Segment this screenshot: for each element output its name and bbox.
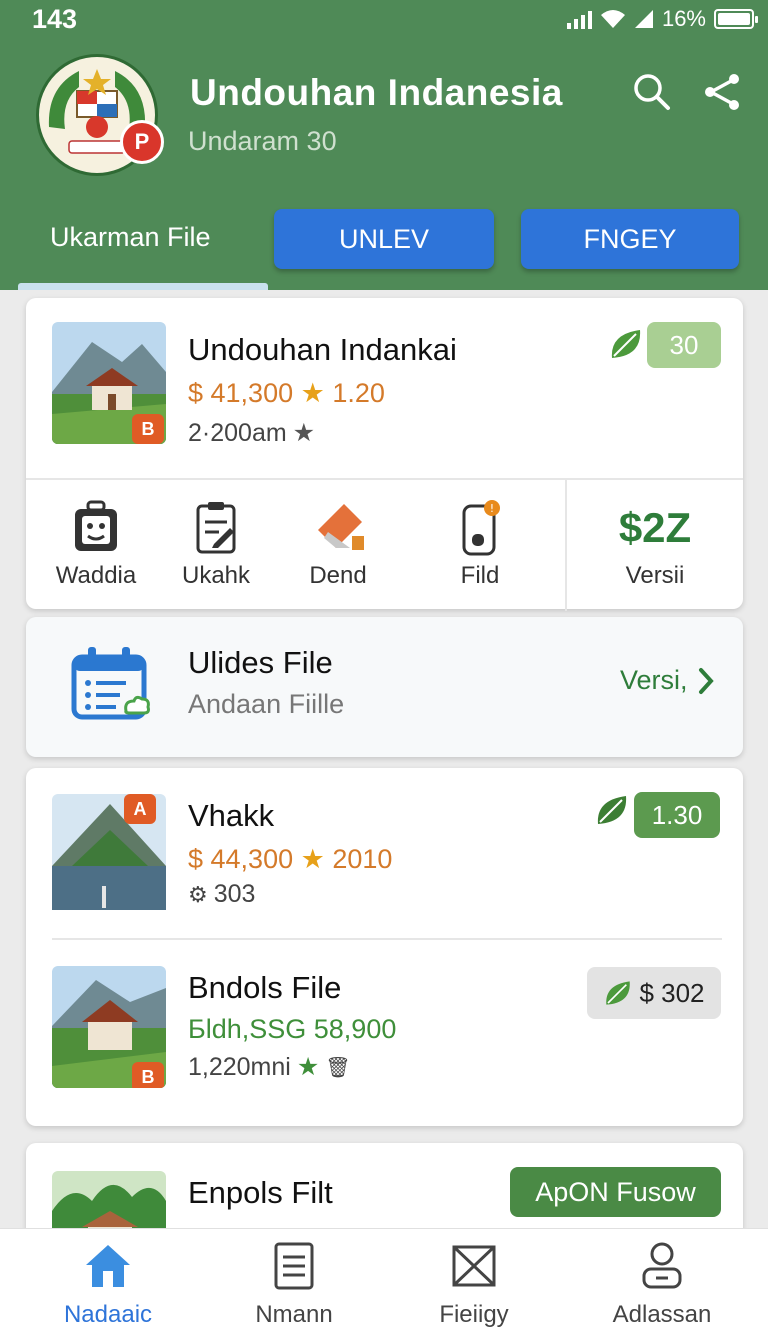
listing-thumbnail: B [52, 322, 166, 444]
listing-thumbnail: B [52, 966, 166, 1088]
status-bar: 143 16% [0, 0, 768, 40]
total-price: $2Z [618, 504, 692, 551]
leaf-icon [597, 796, 627, 824]
action-ukahk[interactable]: Ukahk [156, 480, 276, 611]
document-icon [274, 1242, 314, 1290]
count-badge: 1.30 [634, 792, 720, 838]
signal-icon [566, 9, 592, 29]
leaf-icon [606, 981, 631, 1005]
thumbnail-badge: B [132, 414, 164, 444]
search-icon[interactable] [632, 72, 672, 112]
action-fild[interactable]: ! Fild [420, 480, 540, 611]
share-icon[interactable] [702, 72, 742, 112]
nav-item-adlassan[interactable]: Adlassan [566, 1229, 758, 1344]
gear-icon: ⚙ [188, 881, 208, 907]
listing-title: Undouhan Indankai [188, 332, 457, 367]
battery-percent: 16% [661, 6, 706, 31]
battery-icon [714, 9, 758, 29]
listing-title: Bndols File [188, 970, 342, 1005]
listing-title: Enpols Filt [188, 1175, 333, 1210]
quick-actions: Waddia Ukahk Dend ! Fild $2Z Versii [26, 478, 743, 611]
count-badge: 30 [647, 322, 721, 368]
rating-value: 1.20 [332, 378, 385, 408]
listing-price: Бldh,SSG 58,900 [188, 1014, 397, 1044]
tab-unlev-button[interactable]: UNLEV [274, 209, 494, 269]
clipboard-edit-icon [196, 502, 236, 554]
listing-group-card: A Vhakk $ 44,300 ★ 2010 ⚙ 303 1.30 B Bnd… [26, 768, 743, 1126]
bottom-navigation: Nadaaic Nmann Fieiigy Adlassan [0, 1228, 768, 1344]
app-header: 143 16% P Undouhan Indanesia Undaram 30 [0, 0, 768, 290]
star-icon: ★ [300, 378, 325, 408]
phone-notification-icon: ! [462, 500, 500, 556]
app-subtitle: Undaram 30 [188, 126, 337, 156]
apon-fusow-button[interactable]: ApON Fusow [510, 1167, 721, 1217]
calendar-cloud-icon [71, 647, 150, 720]
nav-item-fieiigy[interactable]: Fieiigy [378, 1229, 570, 1344]
chevron-right-icon [698, 667, 714, 694]
home-icon [86, 1245, 130, 1287]
listing-price: $ 41,300 ★ 1.20 [188, 378, 385, 409]
logo-badge: P [120, 120, 164, 164]
divider [52, 938, 722, 940]
profile-icon [642, 1242, 682, 1289]
meta-value: 2·200am [188, 418, 287, 447]
price-badge: $ 302 [587, 967, 721, 1019]
leaf-icon [611, 330, 641, 358]
listing-meta: 1,220mni ★ 🗑 [188, 1052, 351, 1082]
tab-active-indicator [18, 283, 268, 290]
listing-thumbnail: A [52, 794, 166, 916]
listing-meta: ⚙ 303 [188, 880, 256, 908]
thumbnail-badge: B [132, 1062, 164, 1088]
action-waddia[interactable]: Waddia [36, 480, 156, 611]
listing-meta: 2·200am ★ [188, 418, 315, 448]
total-price-label: Versii [625, 562, 685, 589]
star-icon: ★ [300, 844, 325, 874]
tab-fngey-button[interactable]: FNGEY [521, 209, 739, 269]
svg-text:!: ! [490, 502, 494, 515]
envelope-icon [452, 1245, 496, 1287]
nav-item-home[interactable]: Nadaaic [12, 1229, 204, 1344]
luggage-icon [75, 500, 117, 551]
star-icon: ★ [296, 1053, 320, 1081]
listing-card[interactable]: B Undouhan Indankai $ 41,300 ★ 1.20 2·20… [26, 298, 743, 611]
tag-icon [318, 504, 364, 550]
file-subtitle: Andaan Fiille [188, 689, 345, 719]
price-value: $ 41,300 [188, 378, 294, 408]
tab-ukarman-file[interactable]: Ukarman File [18, 206, 268, 290]
thumbnail-badge: A [124, 794, 156, 824]
cell-signal-icon [634, 10, 653, 28]
trash-icon: 🗑 [325, 1056, 351, 1079]
file-title: Ulides File [188, 645, 333, 680]
nav-item-nmann[interactable]: Nmann [198, 1229, 390, 1344]
listing-title: Vhakk [188, 798, 275, 833]
wifi-icon [600, 10, 625, 28]
status-icons: 16% [566, 6, 758, 32]
star-icon: ★ [292, 419, 316, 447]
app-title: Undouhan Indanesia [190, 72, 563, 113]
status-time: 143 [32, 4, 78, 34]
action-dend[interactable]: Dend [278, 480, 398, 611]
version-link[interactable]: Versi, [620, 665, 714, 696]
listing-price: $ 44,300 ★ 2010 [188, 844, 393, 874]
file-card[interactable]: Ulides File Andaan Fiille Versi, [26, 617, 743, 757]
